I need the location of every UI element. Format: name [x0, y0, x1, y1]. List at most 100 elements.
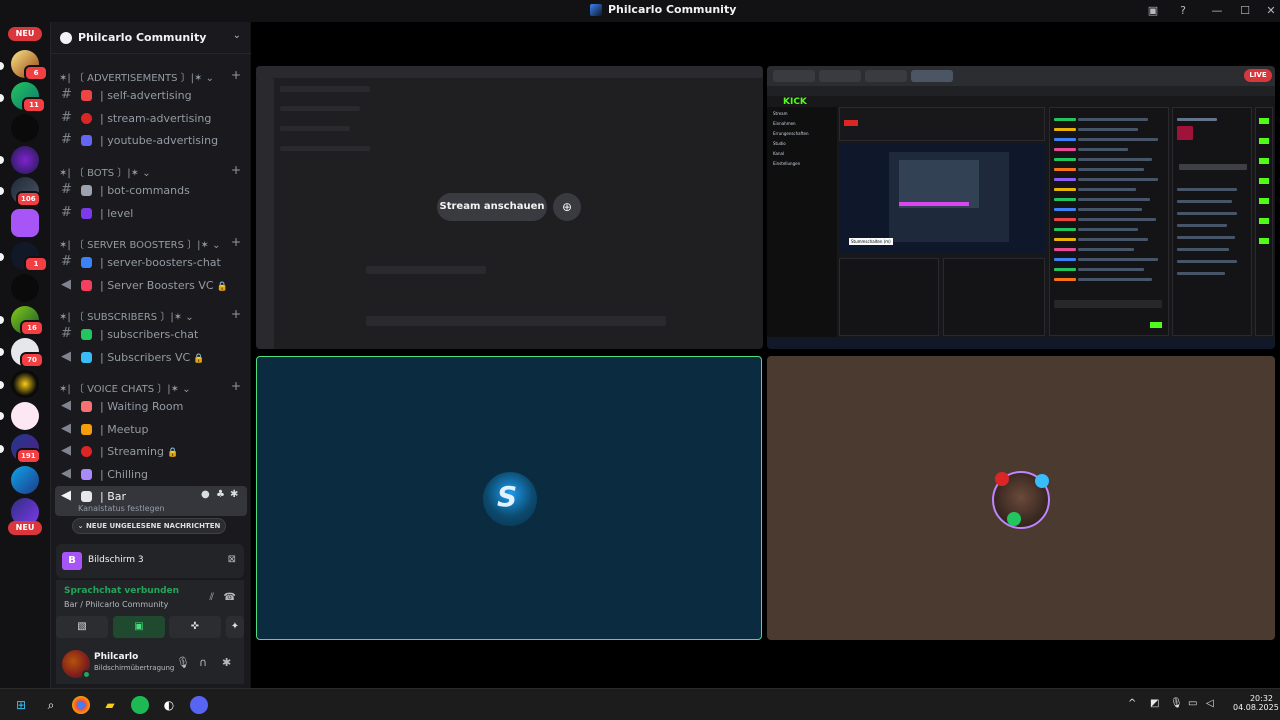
add-channel-icon[interactable]: +	[231, 235, 241, 249]
activities-button[interactable]: ✜	[169, 616, 221, 638]
unread-pill	[0, 445, 4, 453]
user-panel: Philcarlo Bildschirmübertragung 🎙 ∩ ✱	[56, 644, 244, 684]
invite-icon[interactable]: ♣	[216, 489, 225, 500]
preview-line	[366, 266, 486, 274]
server-icon[interactable]	[11, 402, 39, 430]
stream-preview-tile[interactable]: Stream anschauen ⊕	[256, 66, 763, 349]
windows-start-icon[interactable]: ⊞	[12, 696, 30, 714]
participant-tile-speaking[interactable]: S	[256, 356, 762, 640]
category-server-boosters[interactable]: ✶| 〔 SERVER BOOSTERS 〕|✶ ⌄ +	[59, 235, 245, 252]
preview-input	[366, 316, 666, 326]
channel-waiting-room[interactable]: ◀ | Waiting Room	[55, 396, 247, 416]
tray-app-icon[interactable]: ◩	[1150, 698, 1159, 709]
channel-server-boosters-vc[interactable]: ◀ | Server Boosters VC 🔒	[55, 275, 247, 295]
help-icon[interactable]: ?	[1174, 2, 1192, 20]
server-icon[interactable]	[11, 114, 39, 142]
unread-pill	[0, 412, 4, 420]
microphone-tray-icon[interactable]: 🎙	[1170, 698, 1183, 709]
info-line	[1177, 188, 1237, 191]
chat-line	[1078, 198, 1150, 201]
new-messages-pill[interactable]: ⌄ NEUE UNGELESENE NACHRICHTEN	[72, 518, 226, 534]
close-icon[interactable]: ✕	[1262, 2, 1280, 20]
soundboard-button[interactable]: ✦	[226, 616, 244, 638]
clock[interactable]: 20:32 04.08.2025	[1233, 694, 1279, 712]
unread-pill	[0, 62, 4, 70]
category-subscribers[interactable]: ✶| 〔 SUBSCRIBERS 〕|✶ ⌄ +	[59, 307, 245, 324]
chat-line	[1078, 258, 1158, 261]
category-bots[interactable]: ✶| 〔 BOTS 〕|✶ ⌄ +	[59, 163, 245, 180]
channel-streaming[interactable]: ◀ | Streaming 🔒	[55, 441, 247, 461]
watch-plus-icon[interactable]: ⊕	[553, 193, 581, 221]
channel-level[interactable]: # | level	[55, 203, 247, 223]
category-advertisements[interactable]: ✶| 〔 ADVERTISEMENTS 〕|✶ ⌄ +	[59, 68, 245, 85]
participant-avatar[interactable]: S	[483, 472, 537, 526]
chevron-up-icon[interactable]: ^	[1128, 698, 1136, 709]
new-badge-bottom[interactable]: NEU	[8, 521, 42, 535]
kick-tooltip: Stummschalten (m)	[849, 238, 893, 245]
tool-button	[1259, 238, 1269, 244]
server-icon[interactable]	[11, 274, 39, 302]
spotify-icon[interactable]	[131, 696, 149, 714]
category-voice-chats[interactable]: ✶| 〔 VOICE CHATS 〕|✶ ⌄ +	[59, 379, 245, 396]
logo-letter-icon: S	[497, 480, 518, 513]
server-icon[interactable]	[11, 146, 39, 174]
channel-youtube-advertising[interactable]: # | youtube-advertising	[55, 130, 247, 150]
guild-header[interactable]: Philcarlo Community ⌄	[51, 22, 251, 54]
participant-tile[interactable]	[767, 356, 1275, 640]
chat-name	[1054, 118, 1076, 121]
preview-line	[280, 106, 360, 111]
unread-pill	[0, 348, 4, 356]
inbox-icon[interactable]: ▣	[1144, 2, 1162, 20]
add-channel-icon[interactable]: +	[231, 68, 241, 82]
channel-meetup[interactable]: ◀ | Meetup	[55, 419, 247, 439]
server-icon[interactable]	[11, 209, 39, 237]
server-icon[interactable]	[11, 370, 39, 398]
chevron-down-icon[interactable]: ⌄	[233, 30, 241, 41]
channel-bot-commands[interactable]: # | bot-commands	[55, 180, 247, 200]
add-channel-icon[interactable]: +	[231, 163, 241, 177]
camera-off-button[interactable]: ▧	[56, 616, 108, 638]
channel-subscribers-chat[interactable]: # | subscribers-chat	[55, 324, 247, 344]
chat-line	[1078, 188, 1136, 191]
chrome-icon[interactable]	[72, 696, 90, 714]
screen-share-button[interactable]: ▣	[113, 616, 165, 638]
settings-gear-icon[interactable]: ✱	[222, 656, 231, 669]
gear-icon[interactable]: ✱	[230, 489, 238, 500]
disconnect-icon[interactable]: ☎	[224, 592, 236, 603]
noise-suppression-icon[interactable]: ⫽	[210, 592, 214, 603]
headphones-icon[interactable]: ∩	[199, 656, 207, 669]
stop-screen-icon[interactable]: ⊠	[228, 554, 236, 565]
channel-stream-advertising[interactable]: # | stream-advertising	[55, 108, 247, 128]
screen-share-tile[interactable]: KICK LIVE Stream Einnahmen Errungenschaf…	[767, 66, 1275, 349]
info-line	[1177, 212, 1237, 215]
channel-bar-active[interactable]: ◀ | Bar ● ♣ ✱ Kanalstatus festlegen	[55, 486, 247, 516]
kick-stats-panel	[839, 107, 1045, 141]
channel-label-text: | Subscribers VC	[100, 351, 191, 364]
category-label: ✶| 〔 BOTS 〕|✶	[59, 168, 140, 179]
server-icon[interactable]	[11, 466, 39, 494]
channel-self-advertising[interactable]: # | self-advertising	[55, 85, 247, 105]
discord-taskbar-icon[interactable]	[190, 696, 208, 714]
folder-icon[interactable]: ▰	[101, 696, 119, 714]
camera-icon	[81, 135, 92, 146]
add-channel-icon[interactable]: +	[231, 379, 241, 393]
channel-status-text[interactable]: Kanalstatus festlegen	[78, 504, 165, 513]
network-icon[interactable]: ▭	[1188, 698, 1197, 709]
minimize-icon[interactable]: —	[1208, 2, 1226, 20]
channel-subscribers-vc[interactable]: ◀ | Subscribers VC 🔒	[55, 347, 247, 367]
chat-icon[interactable]: ●	[201, 489, 210, 500]
channel-server-boosters-chat[interactable]: # | server-boosters-chat	[55, 252, 247, 272]
microphone-icon[interactable]: 🎙	[176, 656, 190, 669]
volume-icon[interactable]: ◁	[1206, 698, 1214, 709]
username[interactable]: Philcarlo	[94, 652, 138, 662]
voice-connected-label[interactable]: Sprachchat verbunden	[64, 586, 179, 596]
watch-stream-button[interactable]: Stream anschauen	[437, 193, 547, 221]
app-icon[interactable]: ◐	[160, 696, 178, 714]
maximize-icon[interactable]: ☐	[1236, 2, 1254, 20]
channel-chilling[interactable]: ◀ | Chilling	[55, 464, 247, 484]
search-icon[interactable]: ⌕	[42, 696, 60, 714]
add-channel-icon[interactable]: +	[231, 307, 241, 321]
voice-location[interactable]: Bar / Philcarlo Community	[64, 600, 168, 609]
new-badge-top[interactable]: NEU	[8, 27, 42, 41]
server-rail: NEU 6 11 106 1 16 70 191 NEU	[0, 22, 50, 688]
